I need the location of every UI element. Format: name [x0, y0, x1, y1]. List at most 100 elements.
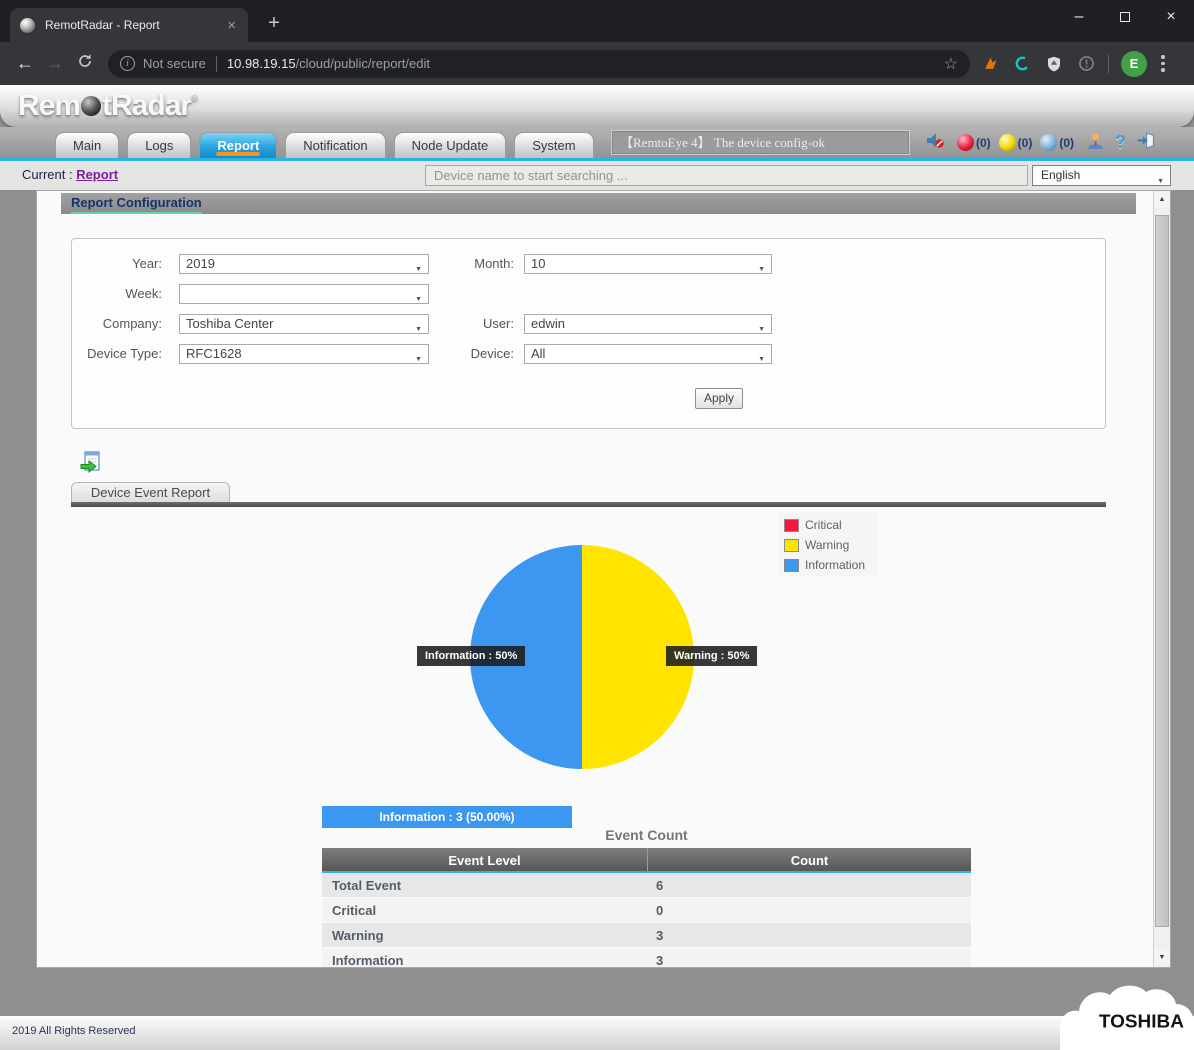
- favicon-icon: [20, 18, 35, 33]
- maximize-button[interactable]: [1102, 0, 1148, 34]
- breadcrumb-report-link[interactable]: Report: [76, 167, 118, 182]
- scroll-down-button[interactable]: ▼: [1154, 950, 1170, 966]
- profile-avatar[interactable]: E: [1121, 51, 1147, 77]
- warning-swatch-icon: [784, 539, 799, 552]
- critical-alert-icon[interactable]: [957, 134, 974, 151]
- week-label: Week:: [72, 284, 162, 304]
- tab-main[interactable]: Main: [55, 132, 119, 158]
- status-icons: (0) (0) (0) ?: [926, 127, 1155, 158]
- export-report-button[interactable]: [79, 451, 103, 475]
- nav-tabs: Main Logs Report Notification Node Updat…: [55, 132, 594, 158]
- table-row: Critical0: [322, 898, 971, 923]
- device-select[interactable]: All▼: [524, 344, 772, 364]
- report-configuration-header: Report Configuration: [61, 193, 1136, 214]
- browser-toolbar: ← → i Not secure 10.98.19.15/cloud/publi…: [0, 42, 1194, 85]
- info-icon[interactable]: i: [120, 56, 135, 71]
- screen: RemotRadar - Report × + – × ← → i Not se…: [0, 0, 1194, 1050]
- device-event-report-tab[interactable]: Device Event Report: [71, 482, 230, 503]
- tab-logs[interactable]: Logs: [127, 132, 191, 158]
- export-icon: [79, 451, 103, 475]
- vertical-scrollbar[interactable]: ▲ ▼: [1153, 191, 1170, 967]
- extension-ring-icon[interactable]: [1010, 52, 1034, 76]
- apply-button[interactable]: Apply: [695, 388, 743, 409]
- device-type-label: Device Type:: [72, 344, 162, 364]
- legend-item-critical: Critical: [784, 518, 872, 532]
- browser-tab[interactable]: RemotRadar - Report ×: [10, 8, 248, 42]
- tab-report[interactable]: Report: [199, 132, 277, 158]
- table-row: Information3: [322, 948, 971, 968]
- chevron-down-icon: ▼: [1157, 172, 1164, 191]
- device-type-select[interactable]: RFC1628▼: [179, 344, 429, 364]
- information-alert-icon[interactable]: [1040, 134, 1057, 151]
- warning-count: (0): [1018, 136, 1033, 150]
- extension-fox-icon[interactable]: [978, 52, 1002, 76]
- window-controls: – ×: [1056, 0, 1194, 34]
- logo-sphere-icon: [81, 96, 101, 116]
- device-search-input[interactable]: [425, 165, 1028, 186]
- device-label: Device:: [429, 344, 514, 364]
- company-select[interactable]: Toshiba Center▼: [179, 314, 429, 334]
- close-button[interactable]: ×: [1148, 0, 1194, 34]
- mute-speaker-icon[interactable]: [926, 132, 945, 154]
- table-header-row: Event Level Count: [322, 848, 971, 873]
- language-select[interactable]: English ▼: [1032, 165, 1171, 186]
- company-label: Company:: [72, 314, 162, 334]
- event-count-table: Event Level Count Total Event6 Critical0…: [322, 848, 971, 968]
- tab-title: RemotRadar - Report: [45, 18, 225, 32]
- divider: [216, 56, 217, 72]
- tab-system[interactable]: System: [514, 132, 593, 158]
- month-select[interactable]: 10▼: [524, 254, 772, 274]
- information-count: (0): [1059, 136, 1074, 150]
- tab-notification[interactable]: Notification: [285, 132, 385, 158]
- chevron-down-icon: ▼: [415, 261, 422, 279]
- browser-menu-icon[interactable]: [1161, 55, 1165, 72]
- header-event-level: Event Level: [322, 848, 648, 871]
- reload-button[interactable]: [70, 53, 100, 74]
- security-label: Not secure: [143, 56, 206, 71]
- table-row: Total Event6: [322, 873, 971, 898]
- chevron-down-icon: ▼: [415, 351, 422, 369]
- pie-callout-information: Information : 50%: [417, 646, 525, 666]
- chevron-down-icon: ▼: [758, 321, 765, 339]
- breadcrumb: Current : Report: [22, 167, 118, 182]
- critical-swatch-icon: [784, 519, 799, 532]
- bookmark-star-icon[interactable]: ☆: [944, 54, 958, 74]
- forward-button[interactable]: →: [40, 53, 70, 74]
- user-icon[interactable]: [1086, 131, 1105, 155]
- tab-close-icon[interactable]: ×: [225, 17, 238, 34]
- sub-header: Current : Report English ▼: [0, 161, 1194, 190]
- minimize-button[interactable]: –: [1056, 0, 1102, 34]
- address-bar[interactable]: i Not secure 10.98.19.15/cloud/public/re…: [108, 50, 970, 78]
- new-tab-button[interactable]: +: [260, 10, 288, 38]
- tab-node-update[interactable]: Node Update: [394, 132, 507, 158]
- chevron-down-icon: ▼: [415, 291, 422, 309]
- app-logo: RemtRadar®: [18, 89, 198, 123]
- year-select[interactable]: 2019▼: [179, 254, 429, 274]
- extension-info-icon[interactable]: [1074, 52, 1098, 76]
- browser-titlebar: RemotRadar - Report × + – ×: [0, 0, 1194, 42]
- app-navbar: Main Logs Report Notification Node Updat…: [0, 127, 1194, 161]
- section-divider-bar: [71, 502, 1106, 507]
- help-icon[interactable]: ?: [1115, 132, 1126, 153]
- content-panel: Report Configuration Year: 2019▼ Month: …: [36, 190, 1171, 968]
- warning-alert-icon[interactable]: [999, 134, 1016, 151]
- week-select[interactable]: ▼: [179, 284, 429, 304]
- table-row: Warning3: [322, 923, 971, 948]
- scroll-up-button[interactable]: ▲: [1154, 192, 1170, 208]
- back-button[interactable]: ←: [10, 53, 40, 74]
- extension-shield-icon[interactable]: [1042, 52, 1066, 76]
- toshiba-logo: TOSHIBA: [1099, 1013, 1184, 1034]
- chart-legend: Critical Warning Information: [778, 513, 878, 577]
- reload-icon: [77, 53, 93, 69]
- user-select[interactable]: edwin▼: [524, 314, 772, 334]
- pie-selection-bar: Information : 3 (50.00%): [322, 806, 572, 828]
- url-host: 10.98.19.15: [227, 56, 296, 71]
- logout-icon[interactable]: [1136, 132, 1155, 154]
- divider: [1108, 55, 1109, 73]
- maximize-icon: [1120, 12, 1130, 22]
- chevron-down-icon: ▼: [758, 351, 765, 369]
- scrollbar-thumb[interactable]: [1155, 215, 1169, 927]
- information-swatch-icon: [784, 559, 799, 572]
- legend-item-information: Information: [784, 558, 872, 572]
- app-header: RemtRadar®: [0, 85, 1194, 127]
